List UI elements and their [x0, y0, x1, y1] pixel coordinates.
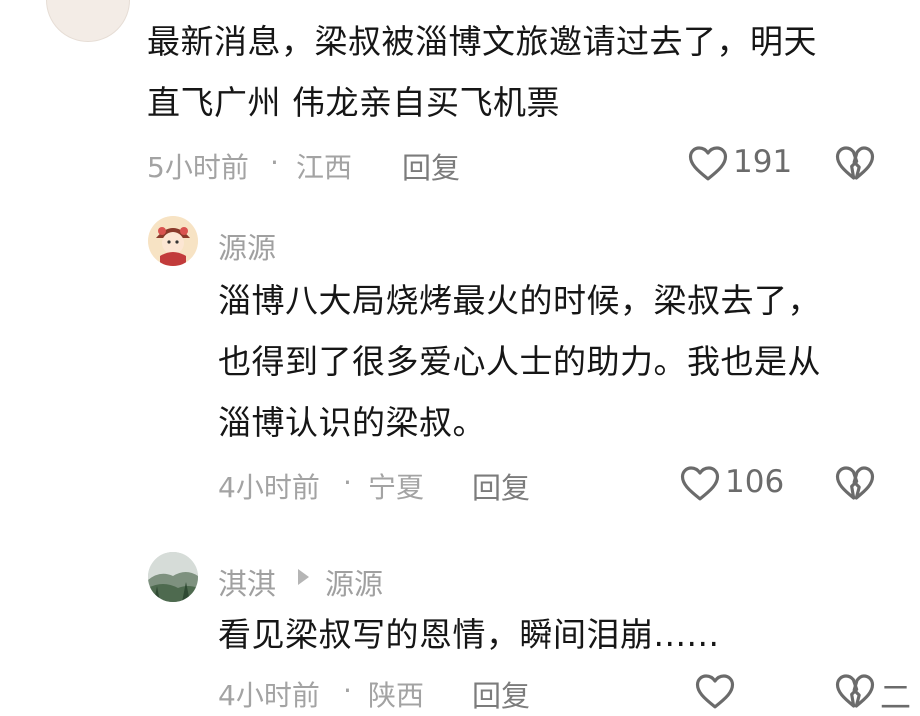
avatar-image [47, 0, 129, 41]
comment-text-line: 看见梁叔写的恩情，瞬间泪崩...... [218, 615, 720, 654]
meta-separator: · [343, 466, 352, 499]
avatar[interactable] [148, 216, 198, 266]
comment-text-line: 淄博八大局烧烤最火的时候，梁叔去了， [218, 281, 821, 320]
heart-icon[interactable] [695, 672, 735, 710]
comment-location: 江西 [296, 151, 353, 184]
avatar[interactable] [46, 0, 130, 42]
comment-text-line: 淄博认识的梁叔。 [218, 403, 486, 442]
heart-icon[interactable] [688, 144, 728, 182]
comment-thread: 最新消息，梁叔被淄博文旅邀请过去了，明天 直飞广州 伟龙亲自买飞机票 5小时前 … [0, 0, 920, 716]
heart-icon[interactable] [680, 464, 720, 502]
avatar-image [148, 216, 198, 266]
comment-text: 看见梁叔写的恩情，瞬间泪崩...... [218, 604, 719, 665]
broken-heart-icon[interactable] [835, 144, 875, 182]
reply-arrow-icon [298, 569, 309, 585]
comment-location: 宁夏 [368, 471, 425, 504]
like-count: 二 [880, 680, 911, 716]
meta-separator: · [343, 674, 352, 707]
reply-button[interactable]: 回复 [472, 465, 530, 507]
like-count: 191 [733, 144, 793, 180]
broken-heart-icon[interactable] [835, 464, 875, 502]
avatar[interactable] [148, 552, 198, 602]
comment-text: 淄博八大局烧烤最火的时候，梁叔去了， 也得到了很多爱心人士的助力。我也是从 淄博… [218, 270, 821, 453]
reply-button[interactable]: 回复 [402, 145, 460, 187]
meta-separator: · [270, 146, 279, 179]
comment-time: 4小时前 [218, 679, 320, 712]
comment-text-line: 也得到了很多爱心人士的助力。我也是从 [218, 342, 821, 381]
like-count: 106 [725, 464, 785, 500]
reply-to-username[interactable]: 源源 [325, 561, 383, 603]
broken-heart-icon[interactable] [835, 672, 875, 710]
comment-text-line: 最新消息，梁叔被淄博文旅邀请过去了，明天 [147, 22, 817, 61]
comment-time: 5小时前 [147, 151, 249, 184]
username[interactable]: 淇淇 [218, 561, 276, 603]
comment-location: 陕西 [368, 679, 425, 712]
comment-text-line: 直飞广州 伟龙亲自买飞机票 [147, 83, 560, 122]
avatar-image [148, 552, 198, 602]
username[interactable]: 源源 [218, 225, 276, 267]
reply-button[interactable]: 回复 [472, 673, 530, 715]
comment-time: 4小时前 [218, 471, 320, 504]
comment-text: 最新消息，梁叔被淄博文旅邀请过去了，明天 直飞广州 伟龙亲自买飞机票 [147, 11, 817, 133]
